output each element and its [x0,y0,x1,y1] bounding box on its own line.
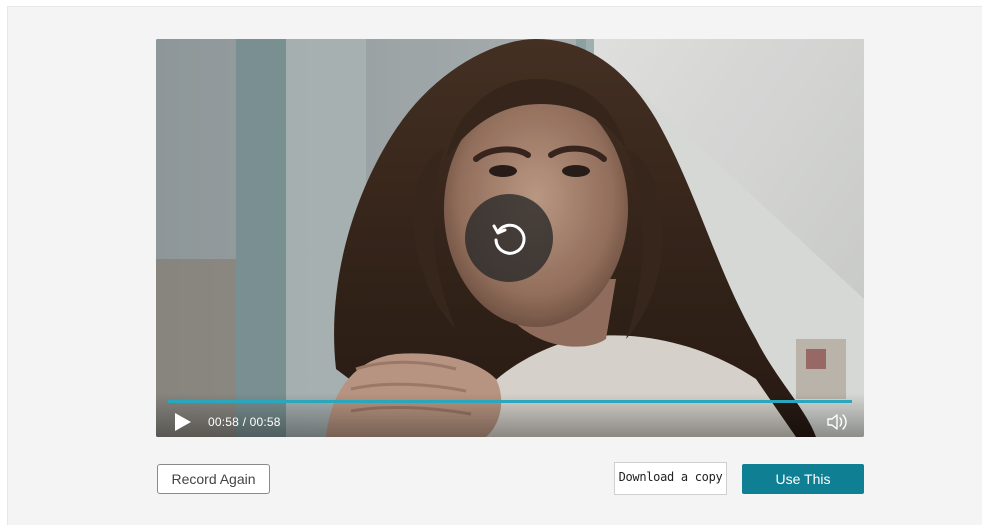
download-copy-button[interactable]: Download a copy [614,462,727,495]
replay-button[interactable] [465,194,553,282]
volume-icon[interactable] [826,412,850,432]
record-again-button[interactable]: Record Again [157,464,270,494]
use-this-button[interactable]: Use This [742,464,864,494]
time-display: 00:58 / 00:58 [208,415,281,429]
progress-fill [168,400,852,403]
replay-icon [492,223,526,255]
video-player[interactable]: 00:58 / 00:58 [156,39,864,437]
play-icon[interactable] [174,412,192,432]
progress-bar[interactable] [168,400,852,403]
recording-review-panel: 00:58 / 00:58 Record Again Download a co… [7,6,982,525]
player-controls: 00:58 / 00:58 [156,393,864,437]
